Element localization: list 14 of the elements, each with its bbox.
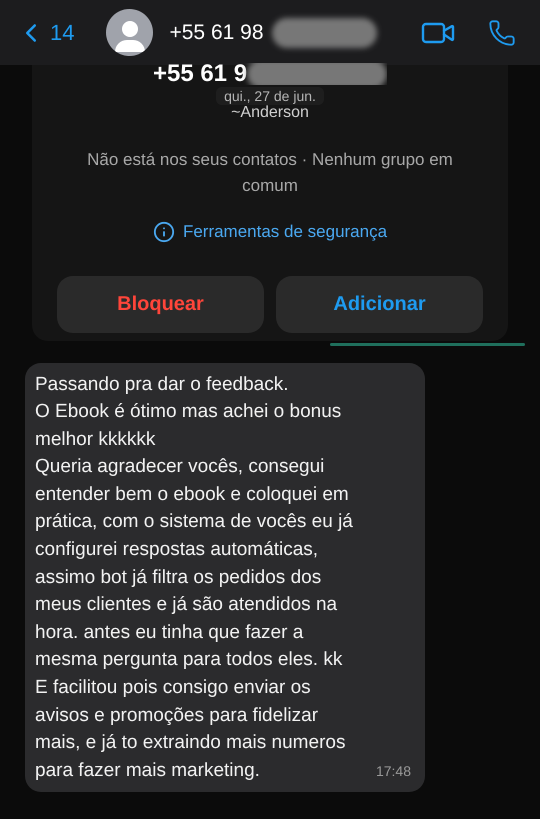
contact-number: +55 61 9	[152, 63, 248, 85]
back-button[interactable]: 14	[16, 16, 74, 49]
contact-info: Não está nos seus contatos · Nenhum grupo em comum	[86, 149, 454, 197]
message-time: 17:48	[376, 762, 411, 782]
safety-tools-link[interactable]: Ferramentas de segurança	[152, 219, 388, 244]
phone-call-icon[interactable]	[488, 18, 516, 46]
contact-name: +55 61 98	[169, 20, 264, 46]
info-icon	[152, 220, 175, 243]
action-button[interactable]: Bloquear	[57, 276, 264, 332]
date-pill: qui., 27 de jun.	[216, 87, 324, 105]
message-text: Passando pra dar o feedback. O Ebook é ótimo mas achei o bonus melhor kkkkkk Queria agradecer vocês, consegui entender bem o ebook e coloquei em prática, com o sistema de vocês eu já configurei respostas automáticas, assimo bot já filtra os pedidos dos meus clientes e já são atendidos na hora. antes eu tinha que fazer a mesma pergunta para todos eles. kk E facilitou pois consigo enviar os avisos e promoções para fidelizar mais, e já to extraindo mais numeros para fazer mais marketing.	[35, 372, 353, 783]
action-button[interactable]: Adicionar	[276, 276, 483, 332]
push-name: ~Anderson	[231, 105, 309, 121]
avatar-icon	[106, 9, 154, 56]
